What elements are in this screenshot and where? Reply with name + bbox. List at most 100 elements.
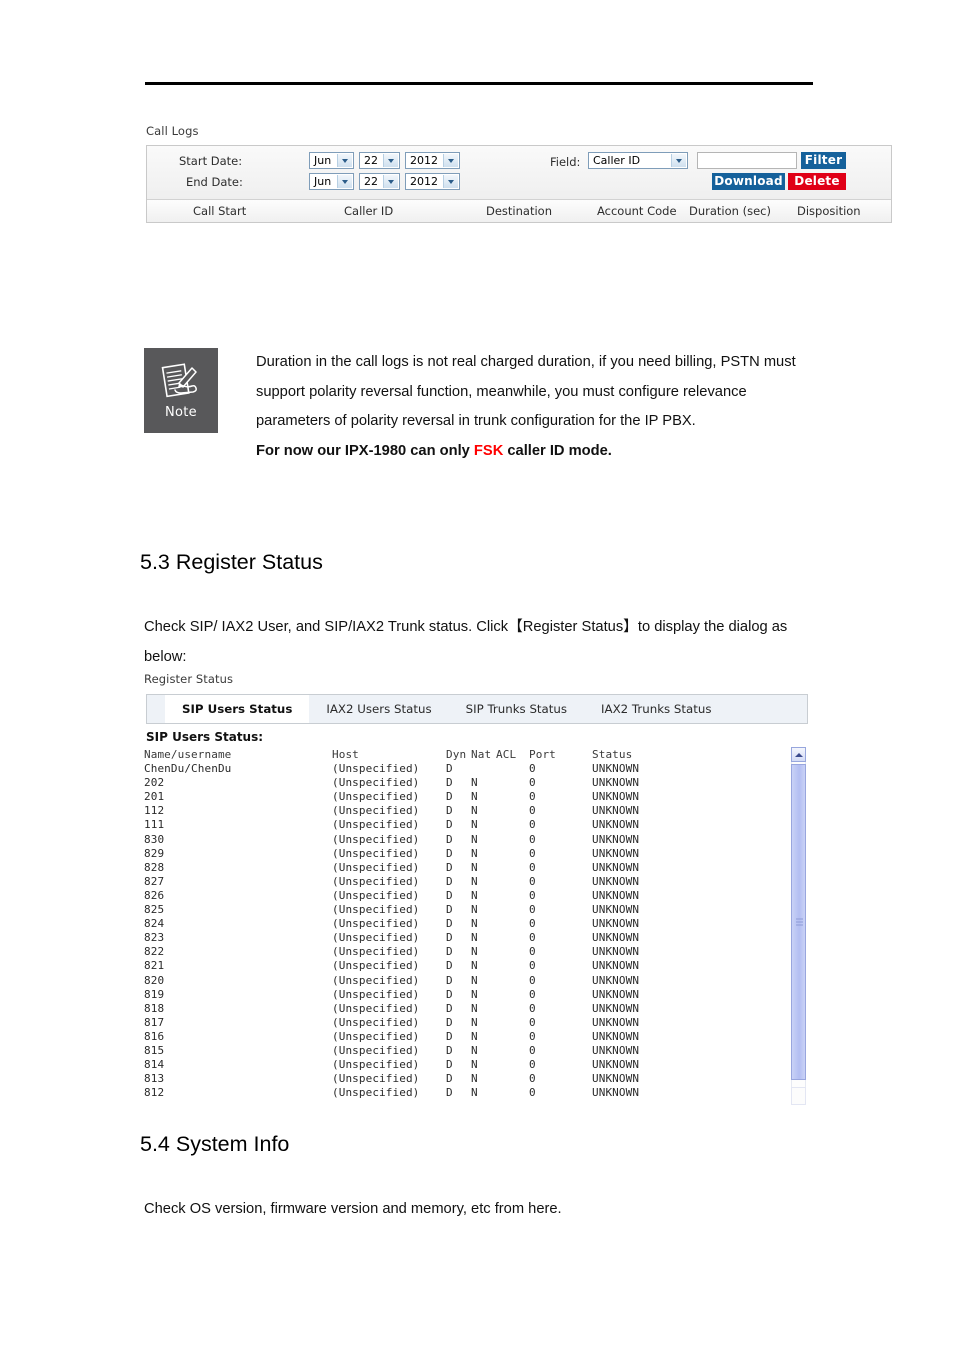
listing-cell-host: (Unspecified) bbox=[332, 846, 420, 860]
column-header-call-start: Call Start bbox=[193, 204, 247, 218]
listing-cell-host: (Unspecified) bbox=[332, 1058, 420, 1072]
listing-scrollbar[interactable] bbox=[791, 747, 806, 1105]
scrollbar-up-arrow-icon[interactable] bbox=[791, 747, 806, 762]
listing-cell-host: (Unspecified) bbox=[332, 903, 420, 917]
scrollbar-thumb[interactable] bbox=[791, 764, 806, 1080]
listing-cell-nat: N bbox=[471, 888, 478, 902]
listing-cell-host: (Unspecified) bbox=[332, 917, 420, 931]
field-select-value: Caller ID bbox=[593, 154, 641, 167]
listing-cell-host: (Unspecified) bbox=[332, 931, 420, 945]
delete-button[interactable]: Delete bbox=[788, 173, 846, 190]
listing-row: 828 (Unspecified) D N 0 UNKNOWN bbox=[144, 861, 794, 875]
listing-cell-status: UNKNOWN bbox=[592, 987, 640, 1001]
end-date-year-select[interactable]: 2012 bbox=[405, 173, 460, 190]
listing-cell-nat: N bbox=[471, 973, 478, 987]
call-logs-caption: Call Logs bbox=[146, 124, 199, 138]
listing-cell-status: UNKNOWN bbox=[592, 874, 640, 888]
listing-cell-status: UNKNOWN bbox=[592, 1001, 640, 1015]
tab-iax2-trunks-status[interactable]: IAX2 Trunks Status bbox=[584, 695, 728, 723]
listing-cell-nat: N bbox=[471, 945, 478, 959]
scrollbar-grip-icon bbox=[796, 918, 803, 926]
scrollbar-down-region[interactable] bbox=[791, 1087, 806, 1105]
listing-cell-status: UNKNOWN bbox=[592, 1086, 640, 1100]
listing-cell-host: (Unspecified) bbox=[332, 888, 420, 902]
column-header-duration: Duration (sec) bbox=[689, 204, 771, 218]
tab-sip-trunks-status[interactable]: SIP Trunks Status bbox=[449, 695, 584, 723]
listing-cell-port: 0 bbox=[529, 917, 536, 931]
listing-header-nat: Nat bbox=[471, 748, 492, 761]
listing-cell-port: 0 bbox=[529, 987, 536, 1001]
listing-cell-nat: N bbox=[471, 818, 478, 832]
listing-cell-dyn: D bbox=[446, 790, 453, 804]
listing-cell-dyn: D bbox=[446, 1015, 453, 1029]
listing-cell-host: (Unspecified) bbox=[332, 1072, 420, 1086]
listing-cell-name: 819 bbox=[144, 987, 165, 1001]
listing-cell-status: UNKNOWN bbox=[592, 1015, 640, 1029]
listing-cell-host: (Unspecified) bbox=[332, 959, 420, 973]
listing-cell-host: (Unspecified) bbox=[332, 776, 420, 790]
column-header-account-code: Account Code bbox=[597, 204, 677, 218]
field-select[interactable]: Caller ID bbox=[588, 152, 688, 169]
listing-cell-port: 0 bbox=[529, 1086, 536, 1100]
listing-cell-name: 813 bbox=[144, 1072, 165, 1086]
listing-row: 819 (Unspecified) D N 0 UNKNOWN bbox=[144, 988, 794, 1002]
listing-cell-dyn: D bbox=[446, 973, 453, 987]
listing-cell-host: (Unspecified) bbox=[332, 973, 420, 987]
listing-cell-name: 818 bbox=[144, 1001, 165, 1015]
listing-cell-nat: N bbox=[471, 1029, 478, 1043]
listing-cell-nat: N bbox=[471, 1086, 478, 1100]
listing-cell-status: UNKNOWN bbox=[592, 945, 640, 959]
listing-cell-dyn: D bbox=[446, 818, 453, 832]
chevron-down-icon bbox=[671, 154, 686, 167]
note-label: Note bbox=[165, 405, 197, 420]
listing-cell-nat: N bbox=[471, 790, 478, 804]
listing-cell-dyn: D bbox=[446, 860, 453, 874]
listing-cell-dyn: D bbox=[446, 888, 453, 902]
listing-cell-name: 817 bbox=[144, 1015, 165, 1029]
listing-cell-dyn: D bbox=[446, 874, 453, 888]
chevron-down-icon bbox=[337, 154, 352, 167]
listing-cell-dyn: D bbox=[446, 776, 453, 790]
listing-cell-dyn: D bbox=[446, 1001, 453, 1015]
listing-cell-dyn: D bbox=[446, 1086, 453, 1100]
listing-row: 830 (Unspecified) D N 0 UNKNOWN bbox=[144, 833, 794, 847]
tab-iax2-users-status[interactable]: IAX2 Users Status bbox=[309, 695, 448, 723]
start-date-label: Start Date: bbox=[179, 154, 243, 168]
listing-cell-dyn: D bbox=[446, 1043, 453, 1057]
listing-row: 112 (Unspecified) D N 0 UNKNOWN bbox=[144, 804, 794, 818]
start-date-day-value: 22 bbox=[364, 154, 378, 167]
listing-cell-status: UNKNOWN bbox=[592, 959, 640, 973]
listing-row: 816 (Unspecified) D N 0 UNKNOWN bbox=[144, 1030, 794, 1044]
chevron-down-icon bbox=[383, 175, 398, 188]
listing-row: 817 (Unspecified) D N 0 UNKNOWN bbox=[144, 1016, 794, 1030]
listing-row: 826 (Unspecified) D N 0 UNKNOWN bbox=[144, 889, 794, 903]
listing-cell-port: 0 bbox=[529, 874, 536, 888]
download-button[interactable]: Download bbox=[712, 173, 785, 190]
listing-row: 823 (Unspecified) D N 0 UNKNOWN bbox=[144, 931, 794, 945]
filter-keyword-input[interactable] bbox=[697, 152, 797, 169]
listing-cell-nat: N bbox=[471, 1058, 478, 1072]
end-date-month-select[interactable]: Jun bbox=[309, 173, 354, 190]
start-date-month-select[interactable]: Jun bbox=[309, 152, 354, 169]
listing-cell-name: 826 bbox=[144, 888, 165, 902]
listing-cell-status: UNKNOWN bbox=[592, 973, 640, 987]
listing-row: 822 (Unspecified) D N 0 UNKNOWN bbox=[144, 945, 794, 959]
listing-row: 202 (Unspecified) D N 0 UNKNOWN bbox=[144, 776, 794, 790]
filter-button[interactable]: Filter bbox=[801, 152, 846, 169]
listing-cell-dyn: D bbox=[446, 931, 453, 945]
chevron-down-icon bbox=[443, 175, 458, 188]
listing-header-port: Port bbox=[529, 748, 556, 761]
listing-cell-nat: N bbox=[471, 804, 478, 818]
listing-cell-name: 829 bbox=[144, 846, 165, 860]
start-date-day-select[interactable]: 22 bbox=[359, 152, 400, 169]
listing-cell-port: 0 bbox=[529, 790, 536, 804]
listing-row: 111 (Unspecified) D N 0 UNKNOWN bbox=[144, 818, 794, 832]
start-date-year-select[interactable]: 2012 bbox=[405, 152, 460, 169]
listing-cell-name: ChenDu/ChenDu bbox=[144, 762, 232, 776]
tab-sip-users-status[interactable]: SIP Users Status bbox=[165, 695, 310, 723]
end-date-label: End Date: bbox=[186, 175, 243, 189]
note-emphasis-suffix: caller ID mode. bbox=[503, 442, 612, 459]
end-date-day-select[interactable]: 22 bbox=[359, 173, 400, 190]
listing-cell-port: 0 bbox=[529, 973, 536, 987]
listing-cell-port: 0 bbox=[529, 931, 536, 945]
